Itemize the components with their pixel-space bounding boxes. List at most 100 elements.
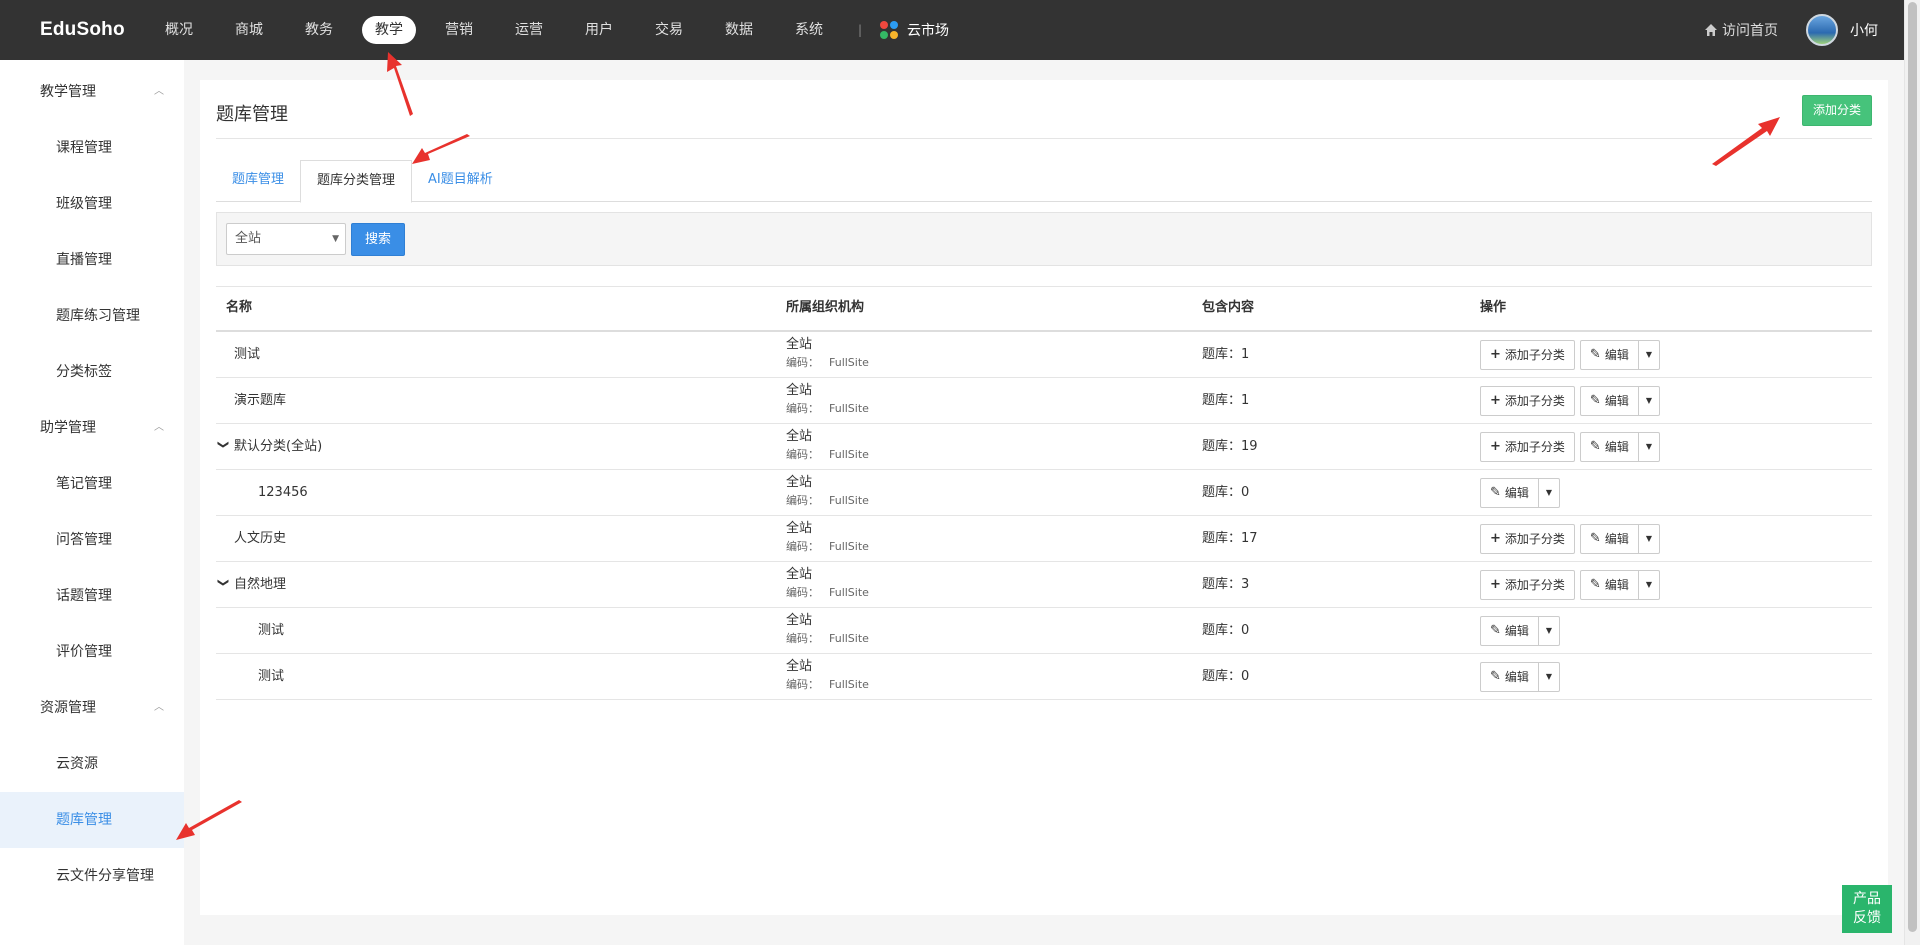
category-name: 测试	[234, 347, 261, 362]
more-actions-dropdown[interactable]: ▼	[1538, 616, 1561, 646]
org-cell: 全站 编码： FullSite	[786, 520, 869, 556]
logo[interactable]: EduSoho	[40, 19, 152, 41]
nav-item-0[interactable]: 概况	[152, 16, 206, 44]
edit-icon: ✎	[1490, 485, 1501, 500]
cloud-market-link[interactable]: 云市场	[880, 20, 949, 40]
avatar[interactable]	[1806, 14, 1838, 46]
sidebar-item-0-0[interactable]: 课程管理	[0, 120, 184, 176]
add-subcategory-button[interactable]: + 添加子分类	[1480, 386, 1575, 416]
page-scrollbar[interactable]	[1904, 0, 1920, 945]
content-count: 题库：0	[1202, 623, 1250, 638]
feedback-button[interactable]: 产品 反馈	[1842, 885, 1892, 933]
tab-1[interactable]: 题库分类管理	[300, 160, 413, 203]
sidebar-item-1-2[interactable]: 话题管理	[0, 568, 184, 624]
add-subcategory-label: 添加子分类	[1504, 348, 1565, 362]
org-code: 编码： FullSite	[786, 400, 869, 418]
edit-button[interactable]: ✎ 编辑	[1480, 662, 1539, 692]
sidebar-item-0-3[interactable]: 题库练习管理	[0, 288, 184, 344]
add-subcategory-label: 添加子分类	[1504, 578, 1565, 592]
table-body: 测试 全站 编码： FullSite 题库：1 + 添加子分类 ✎ 编辑 ▼ 演示题库 全站 编码： Fu…	[216, 332, 1872, 700]
row-actions: + 添加子分类 ✎ 编辑 ▼	[1480, 570, 1660, 600]
search-button[interactable]: 搜索	[351, 223, 405, 256]
sidebar-item-2-1[interactable]: 题库管理	[0, 792, 184, 848]
code-value: FullSite	[829, 632, 869, 645]
chevron-down-icon[interactable]: ❯	[200, 440, 246, 454]
code-label: 编码：	[786, 586, 819, 599]
more-actions-dropdown[interactable]: ▼	[1638, 570, 1660, 600]
org-code: 编码： FullSite	[786, 538, 869, 556]
tab-2[interactable]: AI题目解析	[412, 160, 509, 202]
cloud-market-label: 云市场	[907, 23, 950, 39]
add-subcategory-button[interactable]: + 添加子分类	[1480, 432, 1575, 462]
more-actions-dropdown[interactable]: ▼	[1638, 432, 1660, 462]
table-row: 123456 全站 编码： FullSite 题库：0 ✎ 编辑 ▼	[216, 470, 1872, 516]
code-label: 编码：	[786, 632, 819, 645]
edit-button[interactable]: ✎ 编辑	[1579, 570, 1639, 600]
edit-button[interactable]: ✎ 编辑	[1480, 478, 1539, 508]
edit-button[interactable]: ✎ 编辑	[1480, 616, 1539, 646]
sidebar-group-2[interactable]: 资源管理 ︿	[0, 680, 184, 736]
sidebar-item-1-1[interactable]: 问答管理	[0, 512, 184, 568]
sidebar-item-2-2[interactable]: 云文件分享管理	[0, 848, 184, 904]
add-subcategory-button[interactable]: + 添加子分类	[1480, 570, 1575, 600]
add-subcategory-button[interactable]: + 添加子分类	[1480, 340, 1575, 370]
more-actions-dropdown[interactable]: ▼	[1638, 386, 1660, 416]
add-subcategory-button[interactable]: + 添加子分类	[1480, 524, 1575, 554]
edit-button[interactable]: ✎ 编辑	[1579, 432, 1639, 462]
sidebar-item-0-2[interactable]: 直播管理	[0, 232, 184, 288]
nav-item-6[interactable]: 用户	[572, 16, 626, 44]
sidebar: 教学管理 ︿ 课程管理 班级管理 直播管理 题库练习管理 分类标签 助学管理 ︿ 笔记管理 问答管理…	[0, 60, 184, 945]
more-actions-dropdown[interactable]: ▼	[1638, 340, 1660, 370]
visit-home-link[interactable]: 访问首页	[1704, 20, 1778, 40]
code-label: 编码：	[786, 678, 819, 691]
edit-icon: ✎	[1490, 669, 1501, 684]
more-actions-dropdown[interactable]: ▼	[1538, 662, 1561, 692]
add-category-button[interactable]: 添加分类	[1802, 95, 1872, 126]
plus-icon: +	[1490, 393, 1501, 408]
sidebar-item-0-4[interactable]: 分类标签	[0, 344, 184, 400]
nav-item-2[interactable]: 教务	[292, 16, 346, 44]
content-count: 题库：19	[1202, 439, 1258, 454]
sidebar-item-2-0[interactable]: 云资源	[0, 736, 184, 792]
chevron-down-icon[interactable]: ❯	[200, 578, 246, 592]
sidebar-group-1[interactable]: 助学管理 ︿	[0, 400, 184, 456]
edit-button[interactable]: ✎ 编辑	[1579, 386, 1639, 416]
org-select[interactable]: 全站 ▼	[226, 223, 346, 255]
edit-button[interactable]: ✎ 编辑	[1579, 340, 1639, 370]
nav-item-4[interactable]: 营销	[432, 16, 486, 44]
top-right-area: 访问首页 小何	[1704, 0, 1904, 60]
code-value: FullSite	[829, 356, 869, 369]
nav-item-9[interactable]: 系统	[782, 16, 836, 44]
sidebar-item-0-1[interactable]: 班级管理	[0, 176, 184, 232]
nav-item-1[interactable]: 商城	[222, 16, 276, 44]
scrollbar-thumb[interactable]	[1908, 2, 1917, 932]
category-name: 默认分类(全站)	[234, 439, 323, 454]
nav-item-3[interactable]: 教学	[362, 16, 416, 44]
sidebar-item-1-3[interactable]: 评价管理	[0, 624, 184, 680]
caret-down-icon: ▼	[1545, 626, 1553, 635]
org-name: 全站	[786, 659, 813, 674]
edit-button[interactable]: ✎ 编辑	[1579, 524, 1639, 554]
row-actions: + 添加子分类 ✎ 编辑 ▼	[1480, 340, 1660, 370]
edit-label: 编辑	[1604, 348, 1629, 362]
caret-down-icon: ▼	[1645, 580, 1652, 589]
chevron-down-icon: ▼	[332, 234, 339, 244]
nav-item-5[interactable]: 运营	[502, 16, 556, 44]
tab-0[interactable]: 题库管理	[216, 160, 300, 202]
nav-item-7[interactable]: 交易	[642, 16, 696, 44]
org-name: 全站	[786, 337, 813, 352]
username[interactable]: 小何	[1850, 20, 1878, 40]
visit-home-label: 访问首页	[1722, 23, 1778, 39]
nav-separator: |	[858, 23, 863, 37]
more-actions-dropdown[interactable]: ▼	[1538, 478, 1561, 508]
caret-down-icon: ▼	[1645, 396, 1652, 405]
category-name: 测试	[258, 623, 285, 638]
sidebar-group-0[interactable]: 教学管理 ︿	[0, 64, 184, 120]
edit-label: 编辑	[1504, 624, 1529, 638]
page-title: 题库管理	[216, 104, 288, 125]
nav-item-8[interactable]: 数据	[712, 16, 766, 44]
org-cell: 全站 编码： FullSite	[786, 428, 869, 464]
category-name-cell: 人文历史	[216, 516, 286, 562]
more-actions-dropdown[interactable]: ▼	[1638, 524, 1660, 554]
sidebar-item-1-0[interactable]: 笔记管理	[0, 456, 184, 512]
